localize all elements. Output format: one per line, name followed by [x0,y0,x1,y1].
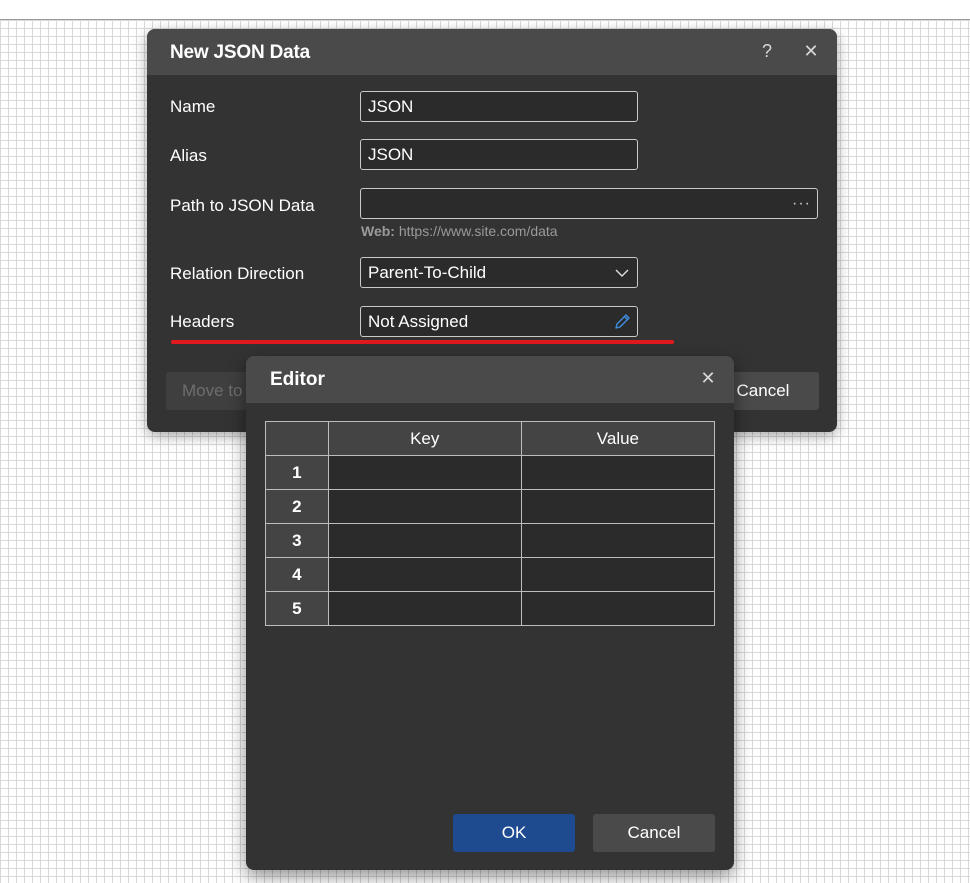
key-cell[interactable] [327,591,522,626]
value-cell[interactable] [520,489,716,524]
close-icon[interactable]: ✕ [801,41,821,61]
editor-dialog: Editor ✕ Key Value 1 2 3 4 5 OK Cancel [246,356,734,870]
column-header-key[interactable]: Key [327,421,522,456]
editor-title: Editor [270,369,325,390]
corner-cell [265,421,329,456]
table-header-row: Key Value [265,421,716,456]
path-hint-url: https://www.site.com/data [398,223,558,239]
headers-table: Key Value 1 2 3 4 5 [265,421,716,626]
row-number: 1 [265,455,329,490]
highlight-underline [171,340,674,344]
value-cell[interactable] [520,591,716,626]
ok-button[interactable]: OK [453,814,575,852]
top-strip [0,0,970,20]
value-cell[interactable] [520,455,716,490]
name-field-value: JSON [368,97,414,116]
column-header-value[interactable]: Value [520,421,716,456]
chevron-down-icon [615,269,629,277]
pencil-icon[interactable] [612,312,632,332]
name-field[interactable]: JSON [360,91,638,122]
table-row: 4 [265,557,716,592]
table-row: 1 [265,455,716,490]
table-row: 2 [265,489,716,524]
row-number: 5 [265,591,329,626]
help-icon[interactable]: ? [757,41,777,61]
value-cell[interactable] [520,523,716,558]
headers-label: Headers [170,312,235,331]
close-icon[interactable]: ✕ [698,368,718,388]
alias-label: Alias [170,146,207,165]
relation-select-value: Parent-To-Child [368,263,487,282]
headers-field[interactable]: Not Assigned [360,306,638,337]
relation-select[interactable]: Parent-To-Child [360,257,638,288]
path-hint: Web: https://www.site.com/data [361,223,558,239]
row-number: 3 [265,523,329,558]
row-number: 4 [265,557,329,592]
path-label: Path to JSON Data [170,196,315,215]
table-row: 5 [265,591,716,626]
editor-cancel-button[interactable]: Cancel [593,814,715,852]
dialog-header: New JSON Data ? ✕ [147,29,837,75]
key-cell[interactable] [327,523,522,558]
headers-field-value: Not Assigned [368,312,469,331]
name-label: Name [170,97,216,116]
alias-field-value: JSON [368,145,414,164]
path-field[interactable]: ··· [360,188,818,219]
value-cell[interactable] [520,557,716,592]
table-row: 3 [265,523,716,558]
key-cell[interactable] [327,455,522,490]
path-hint-label: Web: [361,223,395,239]
editor-header: Editor ✕ [246,356,734,403]
key-cell[interactable] [327,489,522,524]
alias-field[interactable]: JSON [360,139,638,170]
key-cell[interactable] [327,557,522,592]
dialog-title: New JSON Data [170,42,310,63]
row-number: 2 [265,489,329,524]
relation-label: Relation Direction [170,264,305,283]
browse-dots-icon[interactable]: ··· [792,189,811,218]
